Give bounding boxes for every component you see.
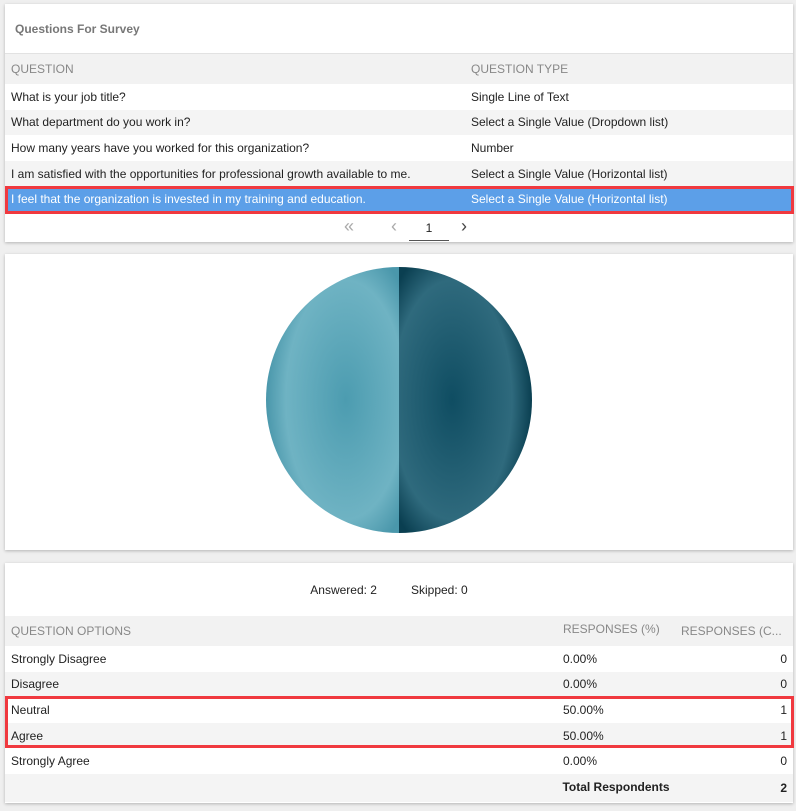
skipped-count: Skipped: 0 <box>410 582 468 597</box>
questions-table: QUESTION QUESTION TYPE What is your job … <box>5 54 793 212</box>
option-cell: Disagree <box>5 671 557 698</box>
table-header: QUESTION OPTIONS RESPONSES (%) RESPONSES… <box>5 616 793 646</box>
percent-cell: 0.00% <box>557 671 675 698</box>
chart-panel <box>5 254 793 550</box>
type-cell: Select a Single Value (Dropdown list) <box>465 109 793 136</box>
percent-cell: 50.00% <box>563 702 604 717</box>
table-row[interactable]: I am satisfied with the opportunities fo… <box>5 160 793 187</box>
type-cell: Select a Single Value (Horizontal list) <box>465 160 793 187</box>
table-header: QUESTION QUESTION TYPE <box>5 54 793 84</box>
option-cell: Agree <box>5 722 557 749</box>
total-value: 2 <box>675 773 793 802</box>
option-cell: Strongly Agree <box>11 754 90 769</box>
table-row: Strongly Agree 0.00% 0 <box>5 748 793 774</box>
table-row[interactable]: How many years have you worked for this … <box>5 135 793 161</box>
percent-cell: 50.00% <box>557 722 675 749</box>
answered-count: Answered: 2 <box>310 582 377 597</box>
total-label: Total Respondents <box>557 773 675 802</box>
results-panel: Answered: 2 Skipped: 0 QUESTION OPTIONS … <box>5 563 794 803</box>
column-header-percent[interactable]: RESPONSES (%) <box>557 616 675 646</box>
table-row[interactable]: What department do you work in? Select a … <box>5 109 793 136</box>
panel-title: Questions For Survey <box>5 4 793 54</box>
table-row: Disagree 0.00% 0 <box>5 671 793 698</box>
count-cell: 1 <box>780 702 787 717</box>
question-cell: I feel that the organization is invested… <box>5 186 465 212</box>
count-cell: 0 <box>780 754 787 769</box>
results-table: QUESTION OPTIONS RESPONSES (%) RESPONSES… <box>5 616 793 802</box>
percent-cell: 0.00% <box>563 651 598 666</box>
column-header-options[interactable]: QUESTION OPTIONS <box>5 616 557 646</box>
count-cell: 0 <box>780 651 787 666</box>
total-empty-cell <box>5 773 557 802</box>
pager: « ‹ 1 › <box>5 212 793 242</box>
column-header-question[interactable]: QUESTION <box>5 54 465 84</box>
column-header-count[interactable]: RESPONSES (C... <box>675 616 793 646</box>
table-row: Strongly Disagree 0.00% 0 <box>5 646 793 672</box>
count-cell: 0 <box>675 671 793 698</box>
option-cell: Strongly Disagree <box>11 651 107 666</box>
percent-cell: 0.00% <box>563 754 598 769</box>
question-cell: How many years have you worked for this … <box>11 140 310 155</box>
pie-slice-agree[interactable] <box>266 267 399 533</box>
chevron-left-icon[interactable]: ‹ <box>379 216 409 237</box>
count-cell: 1 <box>675 722 793 749</box>
type-cell: Select a Single Value (Horizontal list) <box>465 186 793 212</box>
question-cell: I am satisfied with the opportunities fo… <box>5 160 465 187</box>
column-header-question-type[interactable]: QUESTION TYPE <box>465 54 793 84</box>
questions-panel: Questions For Survey QUESTION QUESTION T… <box>5 4 794 242</box>
table-row-selected[interactable]: I feel that the organization is invested… <box>5 186 793 212</box>
pie-chart <box>266 267 532 533</box>
page-number[interactable]: 1 <box>409 221 449 241</box>
question-cell: What is your job title? <box>11 89 126 104</box>
table-row: Agree 50.00% 1 <box>5 722 793 749</box>
chevron-right-icon[interactable]: › <box>449 216 479 237</box>
type-cell: Single Line of Text <box>471 89 569 104</box>
pie-slice-neutral[interactable] <box>399 267 532 533</box>
double-chevron-left-icon[interactable]: « <box>319 216 379 237</box>
response-stats: Answered: 2 Skipped: 0 <box>5 563 793 616</box>
option-cell: Neutral <box>11 702 50 717</box>
table-row: Neutral 50.00% 1 <box>5 697 793 723</box>
type-cell: Number <box>471 140 514 155</box>
total-row: Total Respondents 2 <box>5 773 793 802</box>
question-cell: What department do you work in? <box>5 109 465 136</box>
table-row[interactable]: What is your job title? Single Line of Te… <box>5 84 793 110</box>
